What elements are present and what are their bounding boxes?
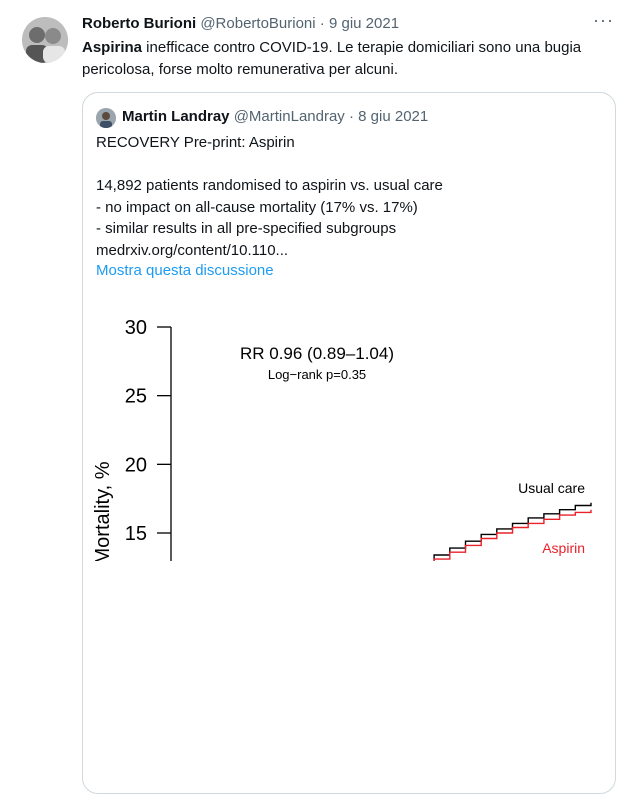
quoted-line: - similar results in all pre-specified s… [96,220,397,237]
quoted-line: RECOVERY Pre-print: Aspirin [96,134,295,151]
series-label-usual-care: Usual care [518,480,585,496]
quoted-separator-dot: · [348,108,354,125]
y-tick-label: 25 [125,386,147,408]
y-axis-label: Mortality, % [92,461,114,561]
chart-annotation-logrank: Log−rank p=0.35 [268,367,366,382]
quoted-author-name: Martin Landray [122,108,230,125]
series-label-aspirin: Aspirin [542,540,585,556]
quoted-text: RECOVERY Pre-print: Aspirin 14,892 patie… [96,132,596,261]
quoted-author-avatar [96,108,116,128]
tweet-date[interactable]: 9 giu 2021 [329,15,399,32]
y-tick-label: 15 [125,523,147,545]
quoted-line: 14,892 patients randomised to aspirin vs… [96,177,443,194]
quoted-avatar-photo [96,108,116,128]
tweet-text-bold: Aspirina [82,39,143,56]
quoted-tweet[interactable]: Martin Landray @MartinLandray · 8 giu 20… [82,92,616,794]
chart-annotation-rr: RR 0.96 (0.89–1.04) [240,344,394,363]
tweet-text-rest: inefficace contro COVID-19. Le terapie d… [82,39,582,78]
show-thread-link[interactable]: Mostra questa discussione [96,262,274,279]
y-tick-label: 30 [125,317,147,339]
avatar-photo [22,17,68,63]
more-options-icon[interactable]: ··· [593,10,614,31]
separator-dot: · [319,15,325,32]
quoted-header: Martin Landray @MartinLandray · 8 giu 20… [122,107,428,127]
kaplan-meier-chart: 051015202530 Mortality, % RR 0.96 (0.89–… [83,297,615,561]
author-handle[interactable]: @RobertoBurioni [200,15,315,32]
y-tick-label: 20 [125,454,147,476]
tweet-header: Roberto Burioni @RobertoBurioni · 9 giu … [82,14,596,34]
quoted-line: medrxiv.org/content/10.110... [96,241,289,259]
chart-background [83,297,615,561]
author-avatar[interactable] [22,17,68,63]
tweet-text: Aspirina inefficace contro COVID-19. Le … [82,37,602,81]
quoted-author-handle: @MartinLandray [233,108,345,125]
quoted-line: - no impact on all-cause mortality (17% … [96,198,418,216]
quoted-line-blank [96,154,596,176]
quoted-date: 8 giu 2021 [358,108,429,125]
author-name[interactable]: Roberto Burioni [82,15,196,32]
